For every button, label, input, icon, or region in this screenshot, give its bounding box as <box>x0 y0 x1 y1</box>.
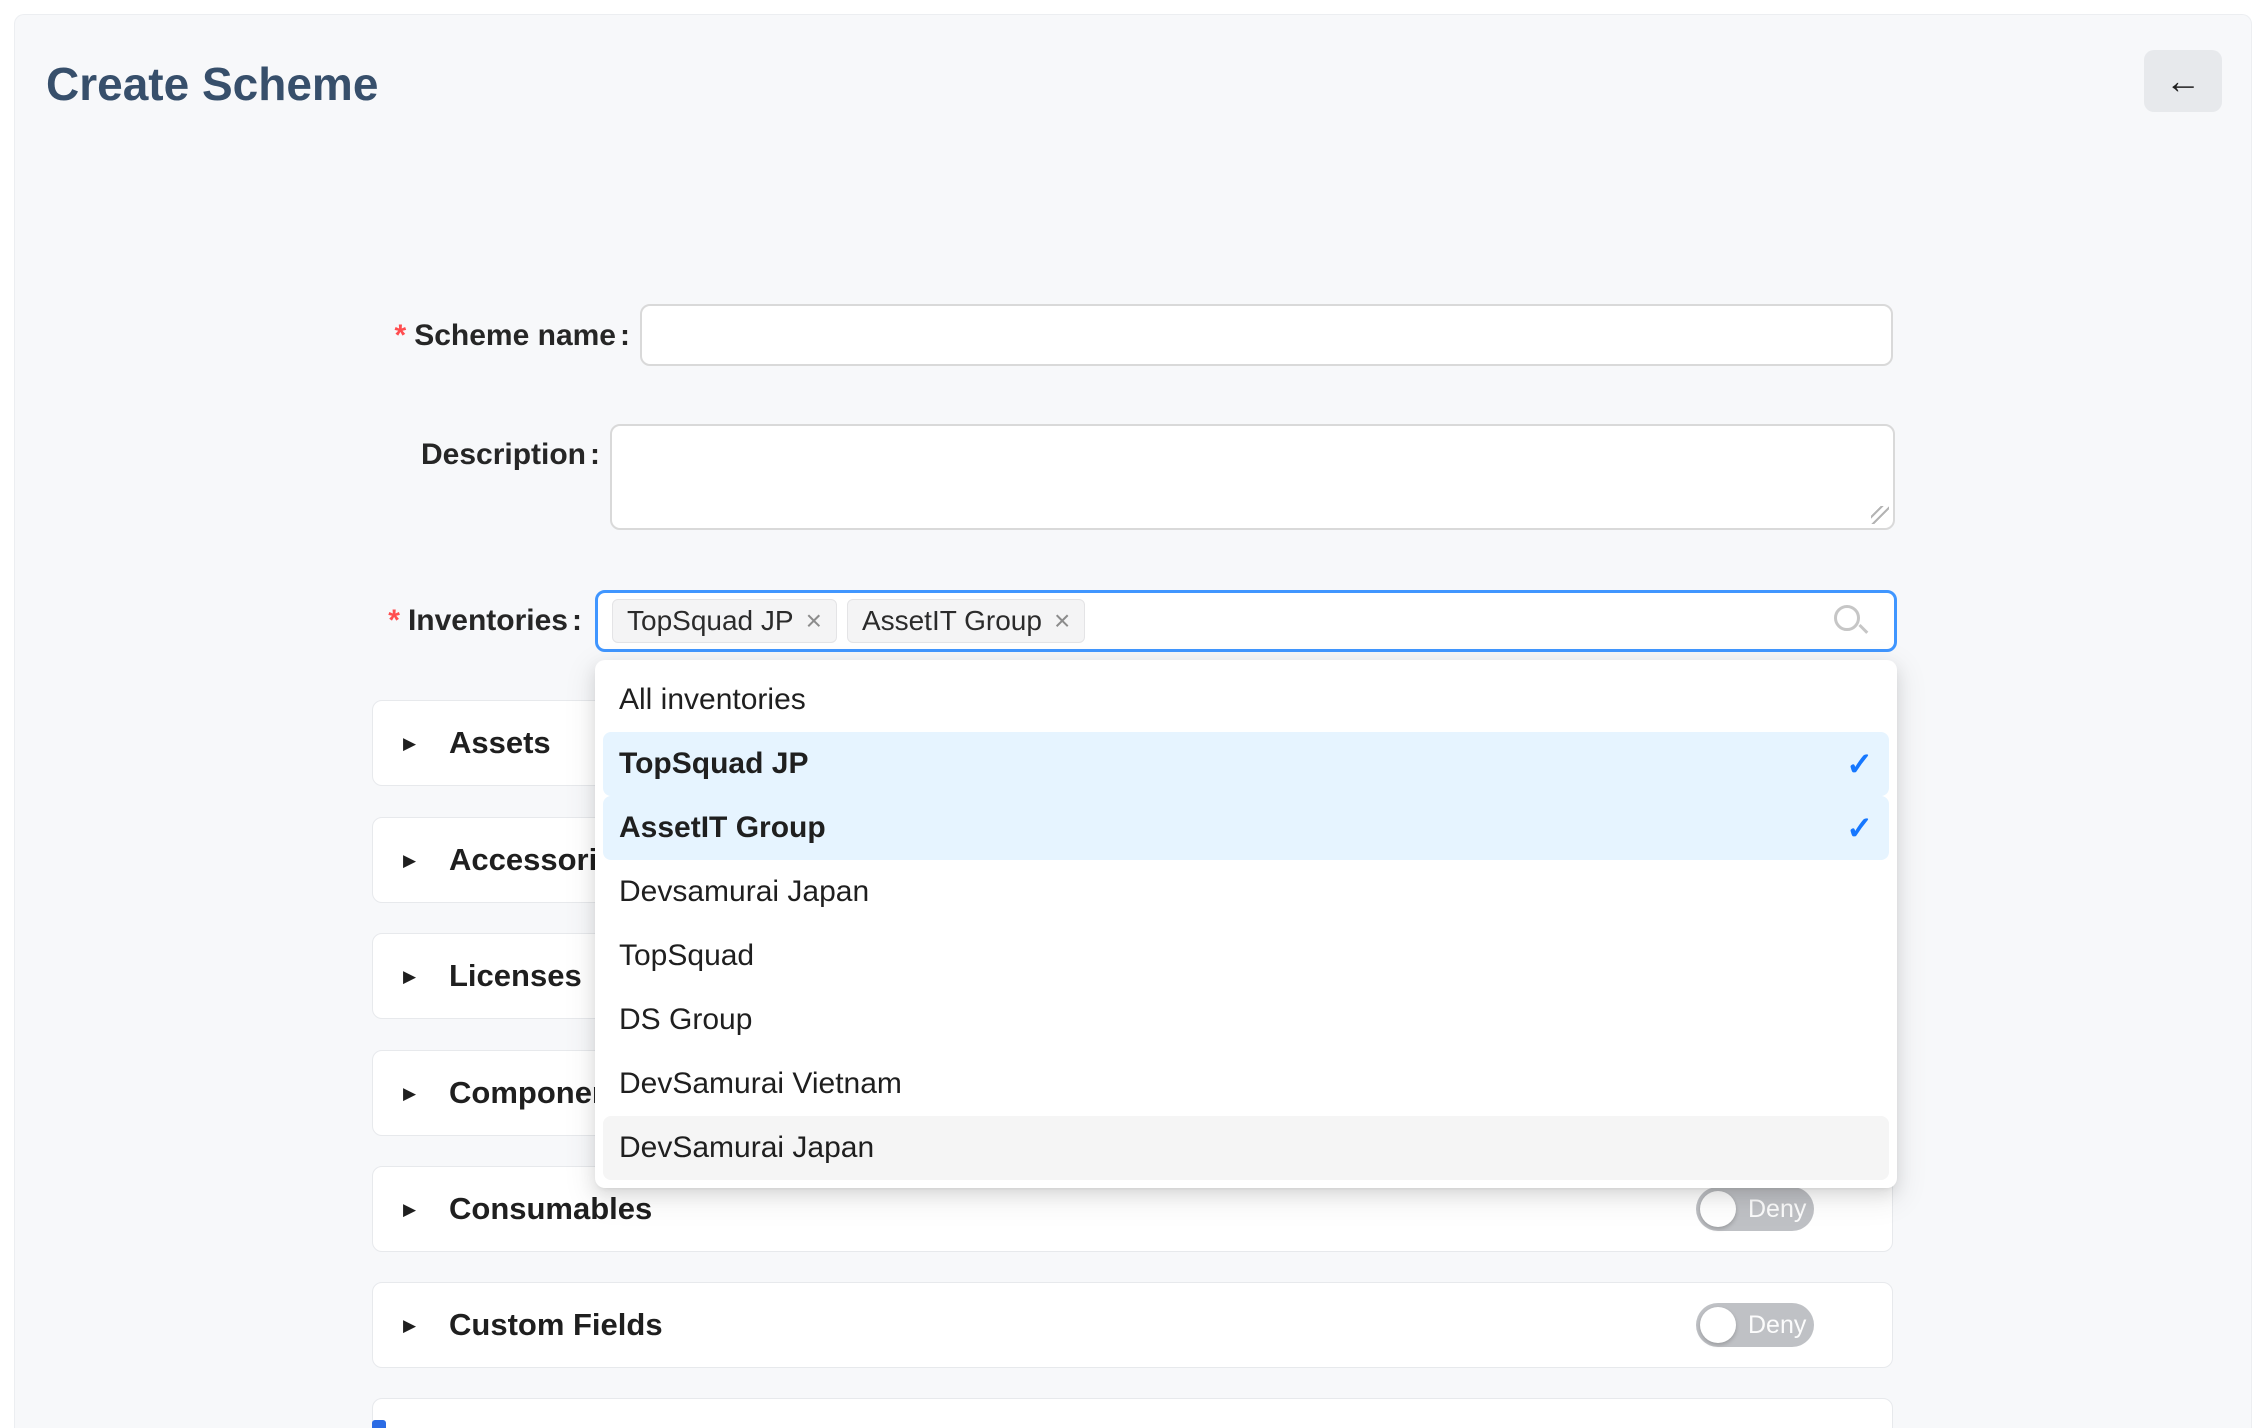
inventories-label-text: Inventories <box>408 603 568 639</box>
toggle-label: Deny <box>1748 1303 1806 1347</box>
dropdown-option-topsquad-jp[interactable]: TopSquad JP ✓ <box>603 732 1889 796</box>
description-field-wrap <box>610 424 1895 530</box>
description-textarea[interactable] <box>610 424 1895 530</box>
deny-toggle[interactable]: Deny <box>1696 1187 1814 1231</box>
inventories-label: * Inventories : <box>252 603 582 639</box>
toggle-knob <box>1700 1191 1736 1227</box>
tag-label: TopSquad JP <box>627 605 794 637</box>
create-scheme-page: Create Scheme ← * Scheme name : Descript… <box>0 0 2266 1428</box>
scheme-name-label-text: Scheme name <box>414 318 616 354</box>
option-label: AssetIT Group <box>619 811 826 845</box>
inventories-multiselect[interactable]: TopSquad JP × AssetIT Group × <box>595 590 1897 652</box>
tag-remove-icon[interactable]: × <box>1054 607 1070 635</box>
page-title: Create Scheme <box>46 56 378 112</box>
dropdown-option-devsamurai-vietnam[interactable]: DevSamurai Vietnam <box>603 1052 1889 1116</box>
inventories-colon: : <box>572 603 582 639</box>
caret-right-icon: ▶ <box>403 852 425 869</box>
tag-label: AssetIT Group <box>862 605 1042 637</box>
dropdown-option-ds-group[interactable]: DS Group <box>603 988 1889 1052</box>
tag-remove-icon[interactable]: × <box>806 607 822 635</box>
panel-title: Consumables <box>449 1191 652 1227</box>
scheme-name-colon: : <box>620 318 630 354</box>
caret-right-icon: ▶ <box>403 968 425 985</box>
scheme-name-input[interactable] <box>640 304 1893 366</box>
dropdown-option-devsamurai-japan[interactable]: Devsamurai Japan <box>603 860 1889 924</box>
panel-partial[interactable] <box>372 1398 1893 1428</box>
check-icon: ✓ <box>1846 748 1873 780</box>
option-label: TopSquad JP <box>619 747 808 781</box>
dropdown-option-devsamurai-japan-2[interactable]: DevSamurai Japan <box>603 1116 1889 1180</box>
inventories-dropdown: All inventories TopSquad JP ✓ AssetIT Gr… <box>595 660 1897 1188</box>
description-label-text: Description <box>421 437 586 473</box>
selected-tag: AssetIT Group × <box>847 599 1085 643</box>
dropdown-option-assetit-group[interactable]: AssetIT Group ✓ <box>603 796 1889 860</box>
required-asterisk: * <box>388 603 400 639</box>
option-label: TopSquad <box>619 939 754 973</box>
description-colon: : <box>590 437 600 473</box>
toggle-label: Deny <box>1748 1187 1806 1231</box>
partial-blue-element <box>372 1420 386 1428</box>
search-icon <box>1834 605 1860 631</box>
back-button[interactable]: ← <box>2144 50 2222 112</box>
caret-right-icon: ▶ <box>403 1085 425 1102</box>
panel-title: Licenses <box>449 958 582 994</box>
panel-title: Assets <box>449 725 551 761</box>
dropdown-option-all-inventories[interactable]: All inventories <box>603 668 1889 732</box>
scheme-name-label: * Scheme name : <box>300 318 630 354</box>
check-icon: ✓ <box>1846 812 1873 844</box>
option-label: Devsamurai Japan <box>619 875 869 909</box>
description-label: Description : <box>270 437 600 473</box>
back-arrow-icon: ← <box>2165 63 2201 99</box>
toggle-knob <box>1700 1307 1736 1343</box>
required-asterisk: * <box>395 318 407 354</box>
option-label: DevSamurai Japan <box>619 1131 874 1165</box>
caret-right-icon: ▶ <box>403 1201 425 1218</box>
panel-title: Custom Fields <box>449 1307 663 1343</box>
option-label: DevSamurai Vietnam <box>619 1067 902 1101</box>
selected-tag: TopSquad JP × <box>612 599 837 643</box>
caret-right-icon: ▶ <box>403 1317 425 1334</box>
option-label: DS Group <box>619 1003 752 1037</box>
panel-custom-fields[interactable]: ▶ Custom Fields Deny <box>372 1282 1893 1368</box>
option-label: All inventories <box>619 683 806 717</box>
deny-toggle[interactable]: Deny <box>1696 1303 1814 1347</box>
caret-right-icon: ▶ <box>403 735 425 752</box>
dropdown-option-topsquad[interactable]: TopSquad <box>603 924 1889 988</box>
